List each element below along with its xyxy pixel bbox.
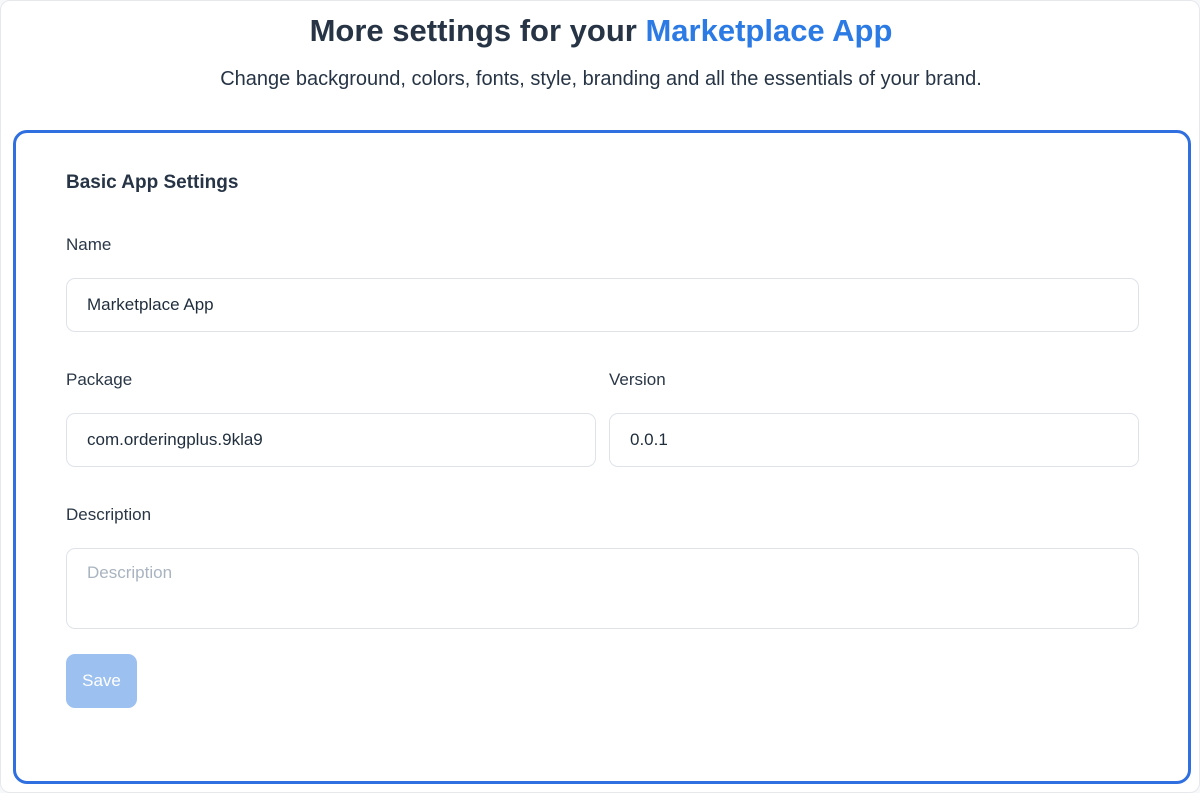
page-title-app-name: Marketplace App [645,13,893,48]
description-label: Description [66,505,152,524]
version-input[interactable] [609,413,1139,467]
basic-settings-card: Basic App Settings Name Package Version … [13,130,1191,784]
package-input[interactable] [66,413,596,467]
description-textarea[interactable] [66,548,1139,629]
settings-page: More settings for your Marketplace App C… [0,0,1200,793]
version-label: Version [609,370,666,389]
save-button[interactable]: Save [66,654,137,708]
name-label: Name [66,235,112,254]
name-input[interactable] [66,278,1139,332]
page-title-prefix: More settings for your [309,13,646,48]
page-subtitle: Change background, colors, fonts, style,… [220,68,982,90]
section-title: Basic App Settings [66,172,239,193]
page-title: More settings for your Marketplace App [1,11,1200,51]
package-label: Package [66,370,133,389]
